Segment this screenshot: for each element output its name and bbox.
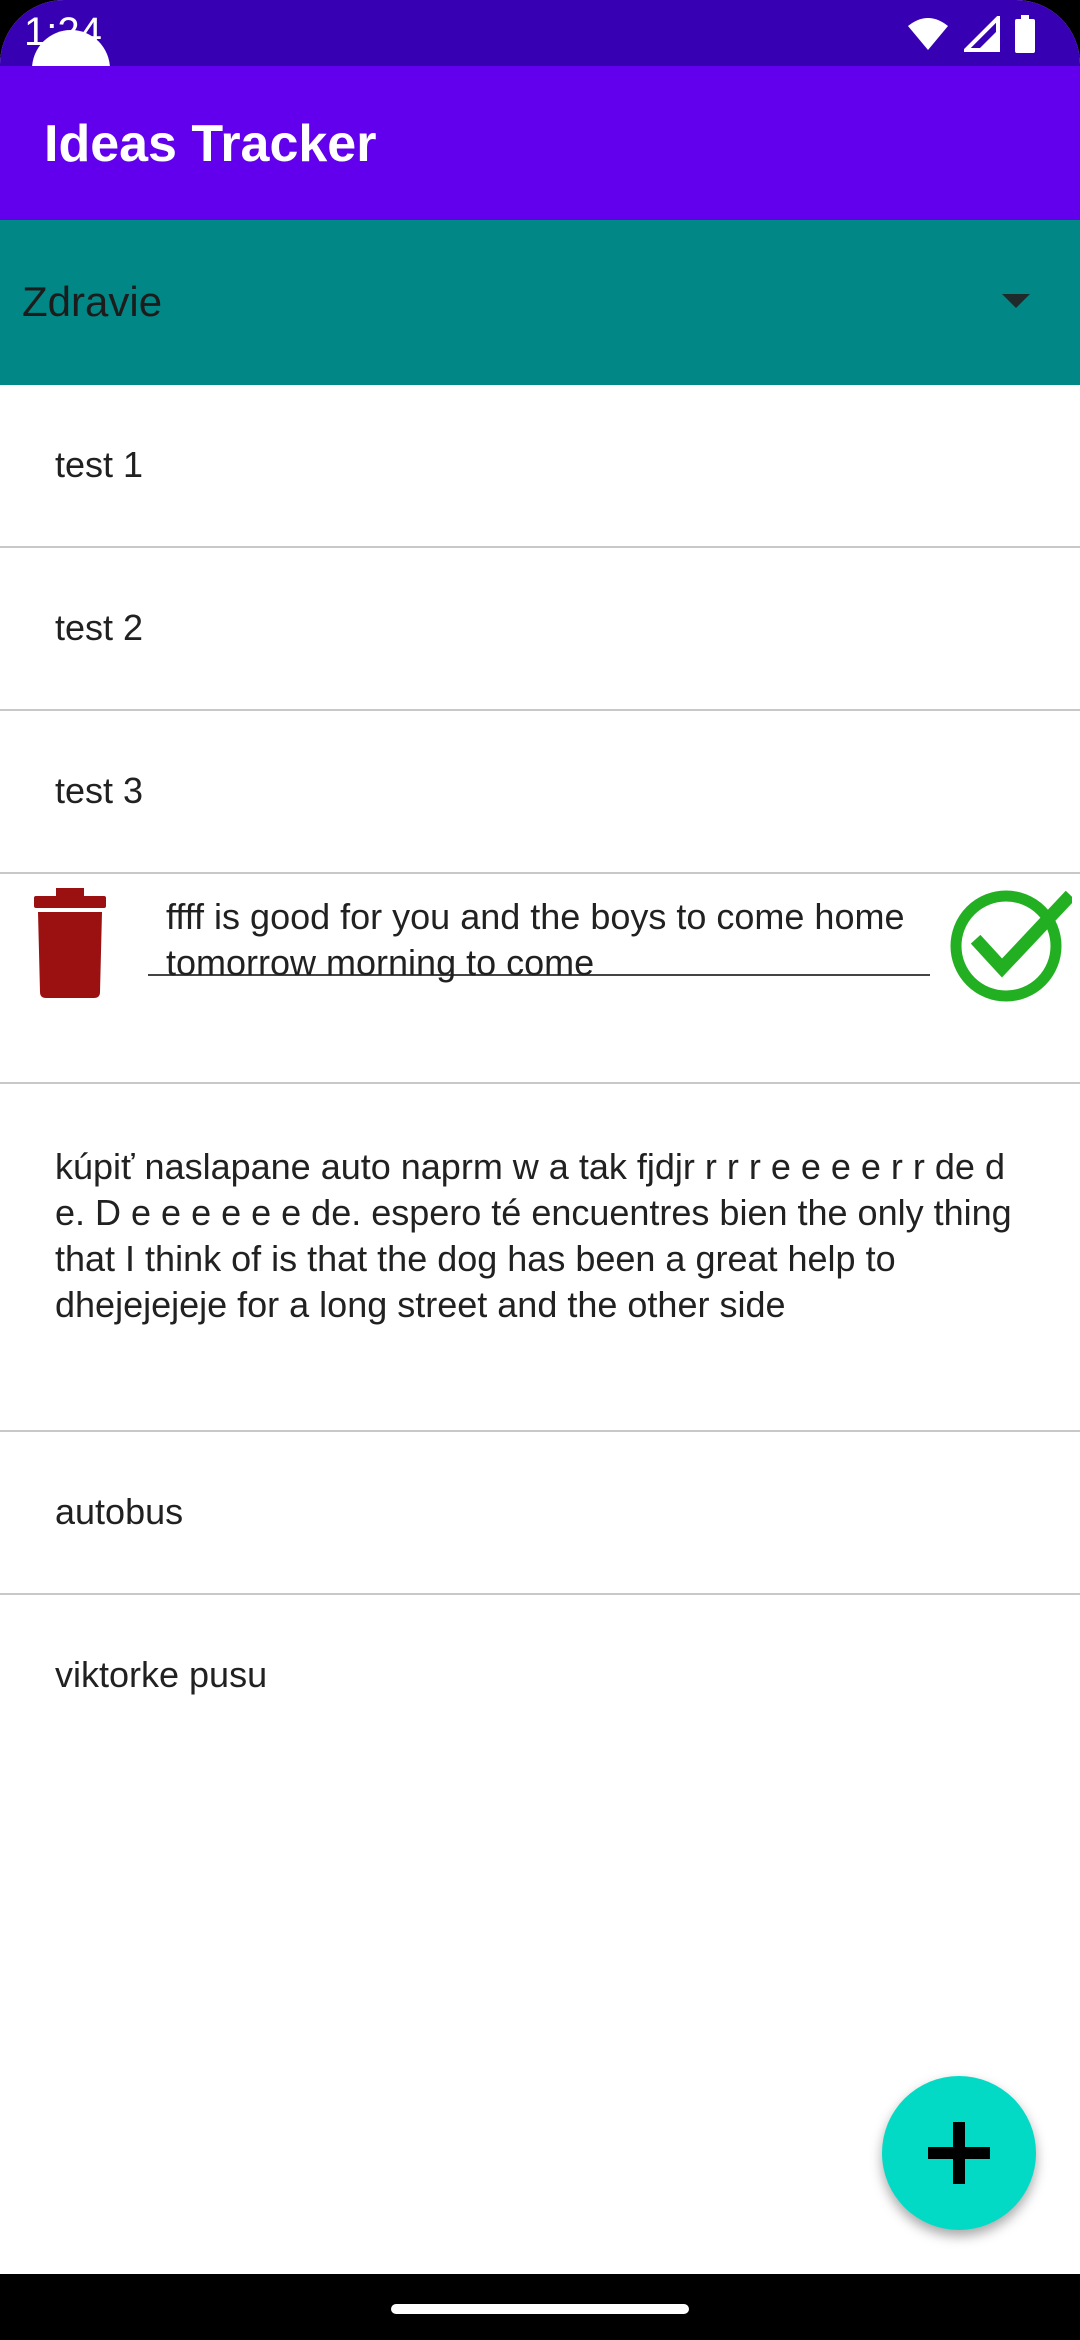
list-item-text: test 3 [55,770,144,811]
list-item-text: viktorke pusu [55,1654,268,1695]
list-item[interactable]: viktorke pusu [0,1595,1080,1758]
trash-icon[interactable] [32,888,108,998]
spinner-selected-value: Zdravie [22,278,163,325]
status-icons [906,14,1036,54]
category-spinner[interactable]: Zdravie [0,220,1080,385]
list-item-text: autobus [55,1491,184,1532]
home-gesture-handle[interactable] [391,2304,689,2314]
list-item[interactable]: test 3 [0,711,1080,874]
add-idea-button[interactable] [882,2076,1036,2230]
list-item-editing: ffff is good for you and the boys to com… [0,874,1080,1084]
list-item[interactable]: autobus [0,1432,1080,1595]
signal-icon [964,16,1000,52]
check-circle-icon[interactable] [950,882,1076,1004]
navigation-bar [0,2274,1080,2340]
app-screen: 1:24 Ideas Tracker [0,0,1080,2340]
plus-icon [928,2122,990,2184]
list-item[interactable]: test 2 [0,548,1080,711]
list-item-text: kúpiť naslapane auto naprm w a tak fjdjr… [55,1146,1012,1325]
battery-icon [1014,15,1036,53]
list-item[interactable]: kúpiť naslapane auto naprm w a tak fjdjr… [0,1084,1080,1432]
wifi-icon [906,16,950,52]
dropdown-arrow-icon [1002,294,1030,308]
list-item-text: test 2 [55,607,144,648]
idea-edit-field[interactable]: ffff is good for you and the boys to com… [148,894,930,983]
list-item[interactable]: test 1 [0,385,1080,548]
app-bar: Ideas Tracker [0,66,1080,220]
status-bar: 1:24 [0,0,1080,66]
idea-edit-text: ffff is good for you and the boys to com… [166,896,905,983]
list-item-text: test 1 [55,444,144,485]
app-title: Ideas Tracker [44,115,377,173]
ideas-list: test 1 test 2 test 3 ffff is good for yo… [0,385,1080,1758]
